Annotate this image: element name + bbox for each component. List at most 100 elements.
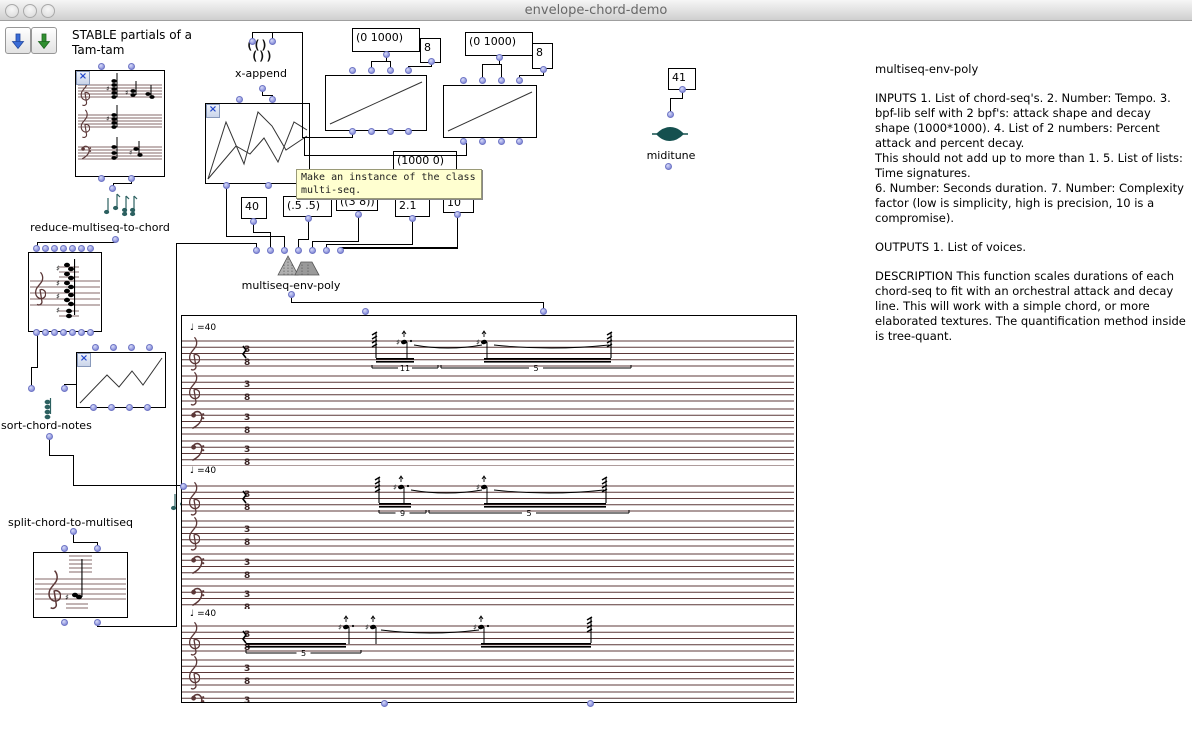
port-dot[interactable] xyxy=(42,329,49,336)
port-dot[interactable] xyxy=(33,245,40,252)
port-dot[interactable] xyxy=(381,700,388,707)
patch-cord[interactable] xyxy=(519,75,544,76)
port-dot[interactable] xyxy=(61,619,68,626)
port-dot[interactable] xyxy=(269,96,276,103)
port-dot[interactable] xyxy=(69,245,76,252)
patch-cord[interactable] xyxy=(304,138,305,156)
port-dot[interactable] xyxy=(28,385,35,392)
port-dot[interactable] xyxy=(269,38,276,45)
patch-cord[interactable] xyxy=(226,188,227,236)
port-dot[interactable] xyxy=(250,218,257,225)
port-dot[interactable] xyxy=(46,433,53,440)
import-button[interactable] xyxy=(5,27,31,54)
port-dot[interactable] xyxy=(405,67,412,74)
port-dot[interactable] xyxy=(70,528,77,535)
value-box-points-b[interactable]: (0 1000) xyxy=(465,32,533,56)
port-dot[interactable] xyxy=(60,329,67,336)
lock-icon[interactable]: × xyxy=(206,104,220,118)
chord-box[interactable]: ♯♯ ♯♯ xyxy=(28,252,102,332)
patch-cord[interactable] xyxy=(226,236,285,237)
port-dot[interactable] xyxy=(92,344,99,351)
port-dot[interactable] xyxy=(349,67,356,74)
port-dot[interactable] xyxy=(667,111,674,118)
patch-cord[interactable] xyxy=(49,455,74,456)
port-dot[interactable] xyxy=(428,58,435,65)
patch-cord[interactable] xyxy=(302,33,303,138)
port-dot[interactable] xyxy=(309,247,316,254)
port-dot[interactable] xyxy=(236,96,243,103)
patch-cord[interactable] xyxy=(291,302,544,303)
port-dot[interactable] xyxy=(128,344,135,351)
chord-box-split-result[interactable]: ♯ xyxy=(33,552,128,618)
port-dot[interactable] xyxy=(98,63,105,70)
port-dot[interactable] xyxy=(109,185,116,192)
port-dot[interactable] xyxy=(587,700,594,707)
patch-cord[interactable] xyxy=(412,221,413,245)
port-dot[interactable] xyxy=(94,619,101,626)
port-dot[interactable] xyxy=(128,175,135,182)
port-dot[interactable] xyxy=(87,245,94,252)
port-dot[interactable] xyxy=(409,215,416,222)
patch-cord[interactable] xyxy=(312,241,359,242)
patch-cord[interactable] xyxy=(253,232,271,233)
port-dot[interactable] xyxy=(337,247,344,254)
port-dot[interactable] xyxy=(460,77,467,84)
port-dot[interactable] xyxy=(42,245,49,252)
port-dot[interactable] xyxy=(61,385,68,392)
port-dot[interactable] xyxy=(98,175,105,182)
lock-icon[interactable]: × xyxy=(77,353,91,367)
port-dot[interactable] xyxy=(454,211,461,218)
port-dot[interactable] xyxy=(679,86,686,93)
env-poly-icon[interactable] xyxy=(277,253,321,277)
port-dot[interactable] xyxy=(383,51,390,58)
patch-cord[interactable] xyxy=(37,334,38,368)
port-dot[interactable] xyxy=(90,404,97,411)
function-label-sort[interactable]: sort-chord-notes xyxy=(1,419,92,432)
port-dot[interactable] xyxy=(146,344,153,351)
titlebar[interactable]: envelope-chord-demo xyxy=(0,0,1192,21)
port-dot[interactable] xyxy=(126,404,133,411)
port-dot[interactable] xyxy=(387,128,394,135)
reduce-notes-icon[interactable] xyxy=(103,192,139,220)
port-dot[interactable] xyxy=(496,54,503,61)
patch-cord[interactable] xyxy=(340,247,458,249)
patch-cord[interactable] xyxy=(252,32,303,33)
port-dot[interactable] xyxy=(355,211,362,218)
port-dot[interactable] xyxy=(665,163,672,170)
function-label-x-append[interactable]: x-append xyxy=(229,67,293,80)
port-dot[interactable] xyxy=(69,329,76,336)
port-dot[interactable] xyxy=(265,182,272,189)
patch-cord[interactable] xyxy=(482,64,502,65)
port-dot[interactable] xyxy=(295,247,302,254)
port-dot[interactable] xyxy=(368,128,375,135)
patch-cord[interactable] xyxy=(73,455,74,486)
port-dot[interactable] xyxy=(540,308,547,315)
patch-cord[interactable] xyxy=(457,217,458,248)
port-dot[interactable] xyxy=(288,291,295,298)
port-dot[interactable] xyxy=(540,66,547,73)
patch-cord[interactable] xyxy=(304,155,467,156)
port-dot[interactable] xyxy=(253,247,260,254)
port-dot[interactable] xyxy=(180,483,187,490)
port-dot[interactable] xyxy=(78,245,85,252)
port-dot[interactable] xyxy=(498,77,505,84)
function-label-miditune[interactable]: miditune xyxy=(641,149,701,162)
function-label-reduce[interactable]: reduce-multiseq-to-chord xyxy=(14,221,186,234)
port-dot[interactable] xyxy=(460,138,467,145)
port-dot[interactable] xyxy=(259,85,266,92)
patch-cord[interactable] xyxy=(326,244,413,245)
multiseq-score-editor[interactable]: ♩ =4038383838♯♯115♩ =4038383838♯♯95♩ =40… xyxy=(181,315,797,703)
patch-cord[interactable] xyxy=(308,221,309,240)
port-dot[interactable] xyxy=(144,404,151,411)
port-dot[interactable] xyxy=(108,404,115,411)
port-dot[interactable] xyxy=(479,138,486,145)
bpf-lib-box[interactable] xyxy=(205,103,310,184)
patch-cord[interactable] xyxy=(49,439,50,456)
port-dot[interactable] xyxy=(305,215,312,222)
port-dot[interactable] xyxy=(33,329,40,336)
patch-cord[interactable] xyxy=(358,217,359,242)
value-box-tempo[interactable]: 40 xyxy=(241,197,267,219)
port-dot[interactable] xyxy=(78,329,85,336)
port-dot[interactable] xyxy=(516,138,523,145)
port-dot[interactable] xyxy=(87,329,94,336)
